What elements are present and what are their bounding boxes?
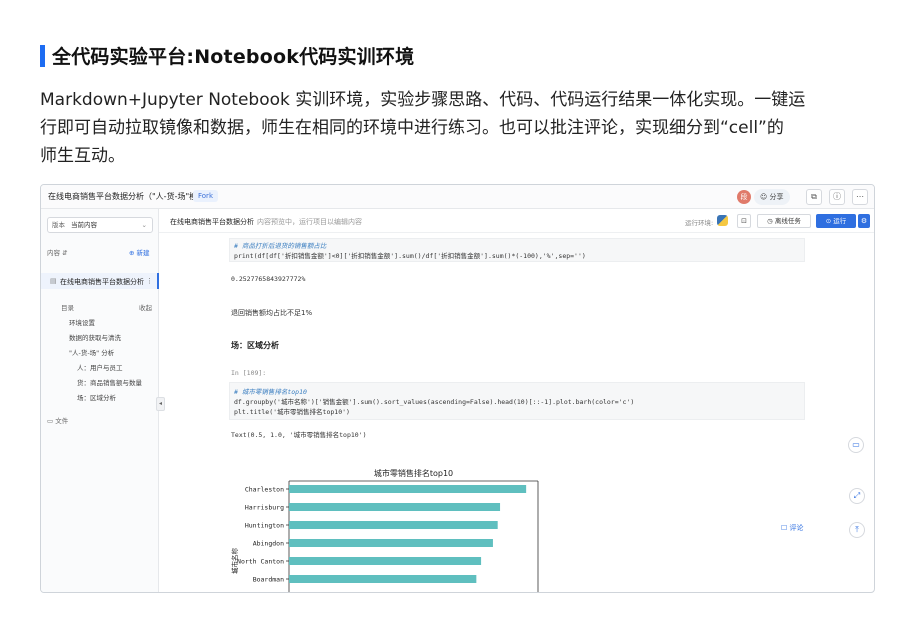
clock-icon: ◷ bbox=[767, 217, 775, 225]
app-screenshot-frame: 在线电商销售平台数据分析（"人-货-场"模型） Fork 段 ☺ 分享 ⧉ ⓘ … bbox=[40, 184, 875, 593]
chart-title: 城市零销售排名top10 bbox=[374, 468, 453, 478]
chart-tick-label: Huntington bbox=[245, 522, 284, 530]
chart-bar bbox=[289, 485, 527, 493]
fork-badge[interactable]: Fork bbox=[193, 190, 218, 202]
chart-svg: 城市零销售排名top10 Charleston Harrisburg Huntingt… bbox=[230, 468, 539, 592]
markdown-text: 退回销售额均占比不足1% bbox=[231, 309, 313, 317]
heading-text: 全代码实验平台:Notebook代码实训环境 bbox=[52, 46, 415, 68]
offline-task-button[interactable]: ◷ 离线任务 bbox=[757, 214, 811, 228]
sidebar: 版本 当前内容 ⌄ 内容 ⇵ ⊕ 新建 ▤ 在线电商销售平台数据分析 ⋮ 目录 收起… bbox=[41, 209, 159, 592]
cell-prompt: In [109]: bbox=[231, 369, 267, 377]
sort-icon[interactable]: ⇵ bbox=[62, 249, 67, 257]
chart-tick-label: Harrisburg bbox=[245, 504, 284, 512]
section-heading: 全代码实验平台:Notebook代码实训环境 bbox=[40, 42, 414, 69]
sidebar-item-notebook[interactable]: ▤ 在线电商销售平台数据分析 ⋮ bbox=[41, 273, 159, 289]
project-title: 在线电商销售平台数据分析（"人-货-场"模型） bbox=[48, 192, 214, 201]
chart-bar bbox=[289, 575, 477, 583]
share-icon: ☺ bbox=[760, 193, 770, 201]
chart-bar bbox=[289, 521, 498, 529]
chart-tick-label: Abingdon bbox=[253, 540, 284, 548]
more-icon[interactable]: ⋯ bbox=[852, 189, 868, 205]
sidebar-item-files[interactable]: ▭ 文件 bbox=[47, 415, 68, 425]
plus-icon: ⊕ bbox=[129, 249, 137, 257]
fullscreen-icon[interactable]: ⤢ bbox=[849, 488, 865, 504]
toc-item[interactable]: 货：商品销售额与数量 bbox=[77, 377, 142, 387]
code-line: df.groupby('城市名称')['销售金额'].sum().sort_va… bbox=[234, 398, 635, 406]
toc-item[interactable]: 环境设置 bbox=[69, 317, 95, 327]
chart-tick-label: Charleston bbox=[245, 486, 284, 494]
chart-tick-label: North Canton bbox=[237, 558, 284, 566]
intro-paragraph: Markdown+Jupyter Notebook 实训环境，实验步骤思路、代码… bbox=[40, 86, 876, 170]
avatar[interactable]: 段 bbox=[737, 190, 751, 204]
heading-accent-bar bbox=[40, 44, 45, 67]
notebook-title: 在线电商销售平台数据分析 内容预览中，运行项目以编辑内容 bbox=[170, 218, 362, 226]
comment-panel-icon[interactable]: ▭ bbox=[848, 437, 864, 453]
content-label: 内容 ⇵ bbox=[47, 249, 68, 257]
comment-button[interactable]: ☐ 评论 bbox=[781, 523, 804, 533]
cell-output: 0.2527765843927772% bbox=[231, 275, 306, 283]
intro-line: 师生互动。 bbox=[40, 146, 125, 166]
code-comment: # 商品打折后退货的销售额占比 bbox=[234, 242, 327, 250]
chart-bar bbox=[289, 557, 482, 565]
info-icon[interactable]: ⓘ bbox=[829, 189, 845, 205]
python-icon[interactable] bbox=[717, 215, 728, 226]
code-comment: # 城市零销售排名top10 bbox=[234, 388, 307, 396]
chevron-down-icon: ⌄ bbox=[141, 221, 147, 229]
settings-icon[interactable]: ⚙ bbox=[858, 214, 870, 228]
new-button[interactable]: ⊕ 新建 bbox=[129, 247, 150, 257]
notebook-toolbar: 在线电商销售平台数据分析 内容预览中，运行项目以编辑内容 运行环境: ⊡ ◷ 离线… bbox=[159, 209, 874, 233]
run-button[interactable]: ⊙ 运行 bbox=[816, 214, 856, 228]
external-link-icon[interactable]: ⧉ bbox=[806, 189, 822, 205]
chart-bar bbox=[289, 503, 501, 511]
section-title: 场：区域分析 bbox=[231, 341, 279, 350]
toc-collapse-button[interactable]: 收起 bbox=[139, 302, 152, 312]
toc-item[interactable]: 场：区域分析 bbox=[77, 392, 116, 402]
terminal-icon[interactable]: ⊡ bbox=[737, 214, 751, 228]
code-line: print(df[df['折扣销售金额']<0]['折扣销售金额'].sum()… bbox=[234, 252, 586, 260]
chart-tick-label: Boardman bbox=[253, 576, 284, 584]
intro-line: 行即可自动拉取镜像和数据，师生在相同的环境中进行练习。也可以批注评论，实现细分到… bbox=[40, 118, 784, 138]
share-label: 分享 bbox=[769, 193, 784, 201]
version-value: 当前内容 bbox=[71, 221, 97, 229]
chart-bar bbox=[289, 539, 493, 547]
intro-line: Markdown+Jupyter Notebook 实训环境，实验步骤思路、代码… bbox=[40, 90, 806, 110]
share-button[interactable]: ☺ 分享 bbox=[754, 189, 790, 205]
comment-icon: ☐ bbox=[781, 524, 790, 532]
code-cell[interactable]: # 城市零销售排名top10 df.groupby('城市名称')['销售金额'… bbox=[229, 382, 805, 420]
env-label: 运行环境: bbox=[685, 219, 714, 227]
app-topbar: 在线电商销售平台数据分析（"人-货-场"模型） Fork 段 ☺ 分享 ⧉ ⓘ … bbox=[41, 185, 874, 209]
version-select[interactable]: 版本 当前内容 ⌄ bbox=[47, 217, 153, 233]
code-cell[interactable]: # 商品打折后退货的销售额占比 print(df[df['折扣销售金额']<0]… bbox=[229, 238, 805, 262]
code-line: plt.title('城市零销售排名top10') bbox=[234, 408, 350, 416]
back-to-top-icon[interactable]: ⤒ bbox=[849, 522, 865, 538]
toc-item[interactable]: 数据的获取与清洗 bbox=[69, 332, 121, 342]
toc-item[interactable]: "人-货-场" 分析 bbox=[69, 347, 114, 357]
preview-hint: 内容预览中，运行项目以编辑内容 bbox=[257, 218, 362, 226]
bar-chart: 城市零销售排名top10 Charleston Harrisburg Huntingt… bbox=[227, 465, 567, 592]
file-name: 在线电商销售平台数据分析 bbox=[60, 278, 144, 286]
toc-item[interactable]: 人：用户与员工 bbox=[77, 362, 123, 372]
file-icon: ▤ bbox=[50, 277, 57, 285]
kebab-icon[interactable]: ⋮ bbox=[146, 277, 153, 285]
cell-output: Text(0.5, 1.0, '城市零销售排名top10') bbox=[231, 431, 367, 439]
folder-icon: ▭ bbox=[47, 417, 56, 425]
toc-label: 目录 bbox=[61, 304, 74, 312]
version-label: 版本 bbox=[52, 221, 65, 229]
chart-y-label: 城市名称 bbox=[230, 548, 239, 575]
